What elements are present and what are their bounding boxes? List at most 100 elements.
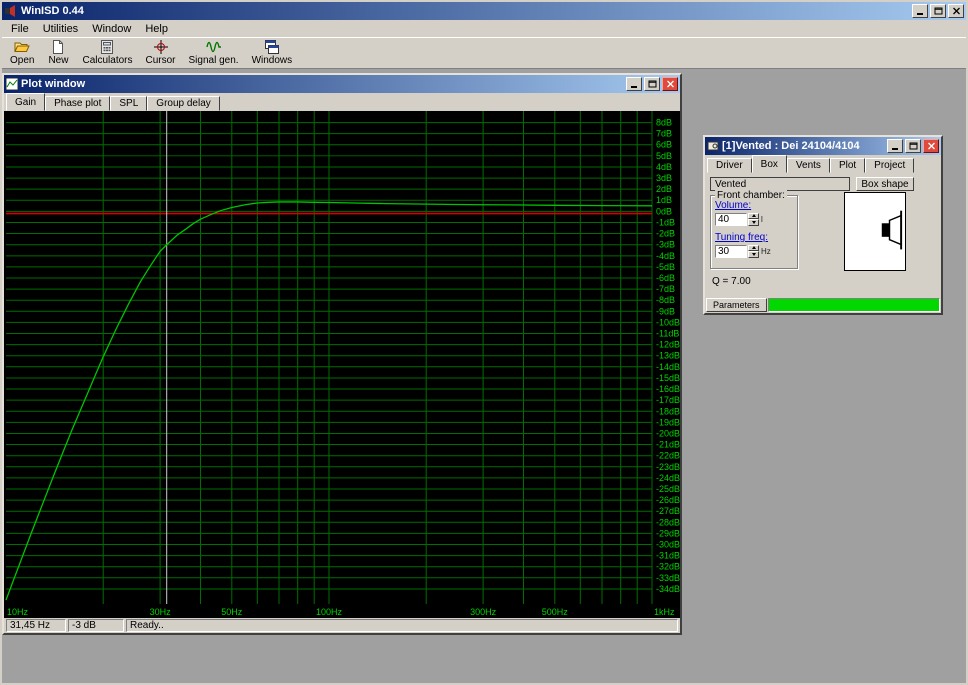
plot-tab-bar: Gain Phase plot SPL Group delay: [4, 93, 680, 111]
toolbar-windows-button[interactable]: Windows: [249, 38, 296, 68]
vented-bottom-bar: Parameters: [705, 298, 941, 313]
svg-text:-28dB: -28dB: [656, 517, 680, 527]
toolbar-new-button[interactable]: New: [44, 38, 72, 68]
toolbar-cursor-button[interactable]: Cursor: [143, 38, 179, 68]
q-value-text: Q = 7.00: [712, 276, 751, 287]
toolbar-signal-gen-label: Signal gen.: [188, 55, 239, 66]
gain-chart: 8dB7dB6dB5dB4dB3dB2dB1dB0dB-1dB-2dB-3dB-…: [5, 111, 680, 617]
plot-close-button[interactable]: [662, 77, 678, 91]
cursor-crosshair-icon: [153, 39, 169, 55]
svg-text:10Hz: 10Hz: [7, 607, 29, 617]
svg-text:-3dB: -3dB: [656, 240, 675, 250]
main-maximize-button[interactable]: [930, 4, 946, 18]
gain-plot-area[interactable]: 8dB 7dB 6dB 5dB 4dB 3dB 2dB 1dB 0dB -1dB -2dB -3dB -…: [4, 111, 680, 618]
svg-text:2dB: 2dB: [656, 184, 672, 194]
front-chamber-groupbox: Front chamber: Volume: l Tuning freq: Hz: [710, 190, 798, 269]
plot-window: Plot window Gain Phase plot SPL Group de…: [2, 73, 682, 635]
svg-text:-5dB: -5dB: [656, 262, 675, 272]
svg-text:300Hz: 300Hz: [470, 607, 497, 617]
svg-text:0dB: 0dB: [656, 206, 672, 216]
front-chamber-legend: Front chamber:: [715, 190, 787, 201]
svg-text:50Hz: 50Hz: [221, 607, 243, 617]
mdi-area: Plot window Gain Phase plot SPL Group de…: [2, 69, 966, 683]
svg-text:-34dB: -34dB: [656, 584, 680, 594]
tab-driver[interactable]: Driver: [707, 158, 752, 173]
main-window-title: WinISD 0.44: [21, 5, 84, 17]
svg-text:-12dB: -12dB: [656, 340, 680, 350]
menu-utilities[interactable]: Utilities: [36, 22, 85, 36]
volume-spinner[interactable]: [748, 212, 759, 226]
box-type-dropdown[interactable]: Vented: [710, 177, 850, 191]
toolbar-open-button[interactable]: Open: [7, 38, 37, 68]
vented-minimize-button[interactable]: [887, 139, 903, 153]
svg-text:100Hz: 100Hz: [316, 607, 343, 617]
parameters-tab[interactable]: Parameters: [706, 298, 767, 312]
vented-tab-bar: Driver Box Vents Plot Project: [705, 155, 941, 173]
svg-text:-31dB: -31dB: [656, 551, 680, 561]
svg-text:1kHz: 1kHz: [654, 607, 675, 617]
volume-spin-down-icon[interactable]: [748, 219, 759, 226]
vented-window-titlebar[interactable]: [1]Vented : Dei 24104/4104: [705, 137, 941, 155]
tuning-freq-spinner[interactable]: [748, 244, 759, 258]
svg-text:-1dB: -1dB: [656, 217, 675, 227]
menu-window[interactable]: Window: [85, 22, 138, 36]
calculator-icon: [99, 39, 115, 55]
plot-maximize-button[interactable]: [644, 77, 660, 91]
svg-text:3dB: 3dB: [656, 173, 672, 183]
vented-maximize-button[interactable]: [905, 139, 921, 153]
toolbar: Open New Calculators Cursor Signal gen.: [2, 37, 966, 69]
tab-box[interactable]: Box: [751, 155, 787, 173]
tab-spl[interactable]: SPL: [110, 96, 148, 111]
vented-window-icon: [707, 140, 719, 152]
plot-window-icon: [6, 78, 18, 90]
main-close-button[interactable]: [948, 4, 964, 18]
tab-plot[interactable]: Plot: [829, 158, 866, 173]
svg-text:-17dB: -17dB: [656, 395, 680, 405]
toolbar-open-label: Open: [10, 55, 35, 66]
volume-input[interactable]: [715, 212, 747, 226]
tab-project[interactable]: Project: [865, 158, 915, 173]
svg-text:-7dB: -7dB: [656, 284, 675, 294]
svg-text:-2dB: -2dB: [656, 229, 675, 239]
tab-group-delay[interactable]: Group delay: [147, 96, 220, 111]
svg-text:-30dB: -30dB: [656, 540, 680, 550]
svg-text:6dB: 6dB: [656, 140, 672, 150]
plot-minimize-button[interactable]: [626, 77, 642, 91]
winisd-main-window: WinISD 0.44 File Utilities Window Help O…: [0, 0, 968, 685]
menu-help[interactable]: Help: [138, 22, 175, 36]
toolbar-signal-gen-button[interactable]: Signal gen.: [186, 38, 242, 68]
svg-text:-23dB: -23dB: [656, 462, 680, 472]
main-titlebar[interactable]: WinISD 0.44: [2, 2, 966, 20]
speaker-box-diagram-icon: [881, 210, 903, 250]
svg-text:-10dB: -10dB: [656, 317, 680, 327]
box-tab-panel: Vented Box shape Front chamber: Volume: …: [705, 173, 941, 298]
box-shape-button[interactable]: Box shape: [856, 177, 914, 191]
tuning-freq-input[interactable]: [715, 244, 747, 258]
menu-file[interactable]: File: [4, 22, 36, 36]
svg-text:-18dB: -18dB: [656, 406, 680, 416]
plot-window-titlebar[interactable]: Plot window: [4, 75, 680, 93]
open-folder-icon: [14, 39, 31, 55]
plot-window-title: Plot window: [21, 78, 86, 90]
svg-text:-16dB: -16dB: [656, 384, 680, 394]
box-shape-drawing: [844, 192, 906, 271]
svg-text:-33dB: -33dB: [656, 573, 680, 583]
tab-phase-plot[interactable]: Phase plot: [45, 96, 111, 111]
cascade-windows-icon: [264, 39, 280, 55]
toolbar-calculators-button[interactable]: Calculators: [79, 38, 135, 68]
svg-text:4dB: 4dB: [656, 162, 672, 172]
main-minimize-button[interactable]: [912, 4, 928, 18]
vented-project-window: [1]Vented : Dei 24104/4104 Driver Box Ve…: [703, 135, 943, 315]
svg-text:-14dB: -14dB: [656, 362, 680, 372]
toolbar-new-label: New: [48, 55, 69, 66]
tuning-freq-label[interactable]: Tuning freq:: [715, 232, 797, 243]
vented-close-button[interactable]: [923, 139, 939, 153]
svg-text:500Hz: 500Hz: [542, 607, 569, 617]
svg-text:-9dB: -9dB: [656, 306, 675, 316]
tuning-spin-down-icon[interactable]: [748, 251, 759, 258]
parameters-progress-bar: [767, 298, 940, 312]
svg-text:-24dB: -24dB: [656, 473, 680, 483]
tab-vents[interactable]: Vents: [786, 158, 830, 173]
tab-gain[interactable]: Gain: [6, 93, 46, 111]
volume-label[interactable]: Volume:: [715, 200, 797, 211]
